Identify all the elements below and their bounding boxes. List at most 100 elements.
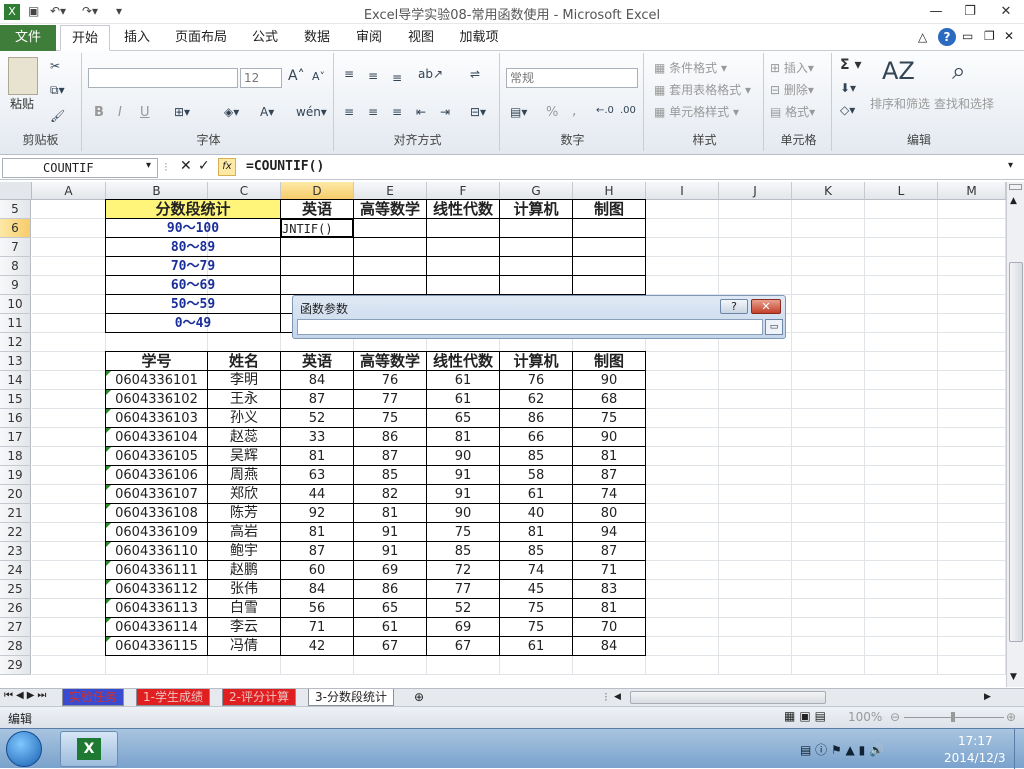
grow-font-icon[interactable]: A˄ [288, 68, 305, 84]
expand-formula-bar-icon[interactable]: ▾ [1008, 160, 1013, 171]
score-cell[interactable]: 90 [572, 370, 646, 390]
row-header-23[interactable]: 23 [0, 542, 31, 561]
score-cell[interactable]: 81 [572, 598, 646, 618]
increase-indent-icon[interactable]: ⇥ [440, 105, 450, 119]
tab-insert[interactable]: 插入 [116, 25, 158, 51]
summary-value-cell[interactable] [499, 256, 573, 276]
summary-value-cell[interactable] [426, 218, 500, 238]
insert-function-button[interactable]: fx [218, 158, 236, 176]
resize-handle-icon[interactable]: ⁝ [164, 160, 168, 174]
format-cells-button[interactable]: ▤ 格式▾ [770, 103, 815, 120]
score-cell[interactable]: 0604336109 [105, 522, 208, 542]
score-cell[interactable]: 74 [499, 560, 573, 580]
find-select-icon[interactable]: ⌕ [952, 57, 965, 85]
name-box-dropdown-icon[interactable]: ▾ [146, 160, 151, 171]
score-cell[interactable]: 75 [353, 408, 427, 428]
score-header-cell[interactable]: 英语 [280, 351, 354, 371]
score-cell[interactable]: 陈芳 [207, 503, 281, 523]
doc-minimize-icon[interactable]: ▭ [962, 29, 973, 43]
score-cell[interactable]: 孙义 [207, 408, 281, 428]
score-cell[interactable]: 85 [499, 446, 573, 466]
column-header-g[interactable]: G [500, 182, 573, 200]
row-header-28[interactable]: 28 [0, 637, 31, 656]
tab-view[interactable]: 视图 [400, 25, 442, 51]
score-cell[interactable]: 王永 [207, 389, 281, 409]
score-cell[interactable]: 94 [572, 522, 646, 542]
score-cell[interactable]: 李明 [207, 370, 281, 390]
currency-icon[interactable]: ▤▾ [510, 105, 527, 119]
score-cell[interactable]: 0604336110 [105, 541, 208, 561]
score-cell[interactable]: 92 [280, 503, 354, 523]
row-header-22[interactable]: 22 [0, 523, 31, 542]
score-cell[interactable]: 60 [280, 560, 354, 580]
score-cell[interactable]: 63 [280, 465, 354, 485]
row-header-14[interactable]: 14 [0, 371, 31, 390]
row-header-17[interactable]: 17 [0, 428, 31, 447]
score-cell[interactable]: 0604336111 [105, 560, 208, 580]
tab-addins[interactable]: 加载项 [452, 25, 506, 51]
score-cell[interactable]: 61 [499, 636, 573, 656]
autosum-button[interactable]: Σ ▾ [840, 57, 861, 73]
summary-value-cell[interactable] [280, 256, 354, 276]
score-cell[interactable]: 40 [499, 503, 573, 523]
row-header-16[interactable]: 16 [0, 409, 31, 428]
close-icon[interactable]: ✕ [992, 2, 1020, 22]
row-header-20[interactable]: 20 [0, 485, 31, 504]
font-size-combo[interactable]: 12 [240, 68, 282, 88]
tab-data[interactable]: 数据 [296, 25, 338, 51]
score-cell[interactable]: 0604336106 [105, 465, 208, 485]
summary-value-cell[interactable] [499, 237, 573, 257]
tab-home[interactable]: 开始 [60, 25, 110, 51]
score-cell[interactable]: 61 [353, 617, 427, 637]
score-cell[interactable]: 90 [426, 446, 500, 466]
zoom-in-icon[interactable]: ⊕ [1006, 710, 1016, 724]
collapse-ribbon-icon[interactable]: △ [918, 30, 927, 44]
align-center-icon[interactable]: ≡ [368, 105, 378, 119]
range-label-cell[interactable]: 0～49 [105, 313, 281, 333]
range-label-cell[interactable]: 50～59 [105, 294, 281, 314]
score-cell[interactable]: 0604336107 [105, 484, 208, 504]
score-cell[interactable]: 李云 [207, 617, 281, 637]
score-cell[interactable]: 69 [353, 560, 427, 580]
range-label-cell[interactable]: 90～100 [105, 218, 281, 238]
score-cell[interactable]: 赵鹏 [207, 560, 281, 580]
score-cell[interactable]: 44 [280, 484, 354, 504]
horizontal-scroll-thumb[interactable] [630, 691, 826, 704]
scroll-up-icon[interactable]: ▲ [1010, 196, 1017, 206]
score-cell[interactable]: 75 [572, 408, 646, 428]
underline-button[interactable]: U [140, 105, 150, 120]
vertical-scrollbar[interactable]: ▲ ▼ [1006, 182, 1024, 687]
row-header-5[interactable]: 5 [0, 200, 31, 219]
cell-styles-button[interactable]: ▦ 单元格样式 ▾ [654, 103, 739, 120]
score-cell[interactable]: 87 [280, 541, 354, 561]
worksheet-grid[interactable]: ABCDEFGHIJKLM 5 6 7 8 9 10 11 12 13 14 15 16 17 18 19 2… [0, 182, 1006, 687]
summary-value-cell[interactable] [280, 237, 354, 257]
score-cell[interactable]: 85 [499, 541, 573, 561]
dialog-argument-input[interactable] [297, 319, 763, 335]
score-cell[interactable]: 52 [426, 598, 500, 618]
score-cell[interactable]: 赵蕊 [207, 427, 281, 447]
tab-formulas[interactable]: 公式 [244, 25, 286, 51]
summary-title-cell[interactable]: 分数段统计 [105, 199, 281, 219]
score-cell[interactable]: 85 [353, 465, 427, 485]
summary-value-cell[interactable] [353, 218, 427, 238]
sort-filter-button[interactable]: 排序和筛选 [870, 95, 930, 112]
score-cell[interactable]: 87 [280, 389, 354, 409]
score-cell[interactable]: 81 [499, 522, 573, 542]
score-cell[interactable]: 56 [280, 598, 354, 618]
row-header-18[interactable]: 18 [0, 447, 31, 466]
cut-icon[interactable]: ✂ [50, 59, 60, 73]
column-header-b[interactable]: B [106, 182, 208, 200]
row-header-6[interactable]: 6 [0, 219, 31, 238]
scroll-down-icon[interactable]: ▼ [1010, 672, 1017, 682]
align-left-icon[interactable]: ≡ [344, 105, 354, 119]
sheet-tab-stats[interactable]: 3-分数段统计 [308, 689, 394, 706]
summary-value-cell[interactable] [572, 218, 646, 238]
vertical-scroll-thumb[interactable] [1009, 262, 1023, 642]
dialog-close-button[interactable]: ✕ [751, 299, 781, 314]
score-cell[interactable]: 61 [499, 484, 573, 504]
row-header-8[interactable]: 8 [0, 257, 31, 276]
score-cell[interactable]: 69 [426, 617, 500, 637]
start-button[interactable] [6, 731, 42, 767]
align-middle-icon[interactable]: ≡ [368, 69, 378, 83]
